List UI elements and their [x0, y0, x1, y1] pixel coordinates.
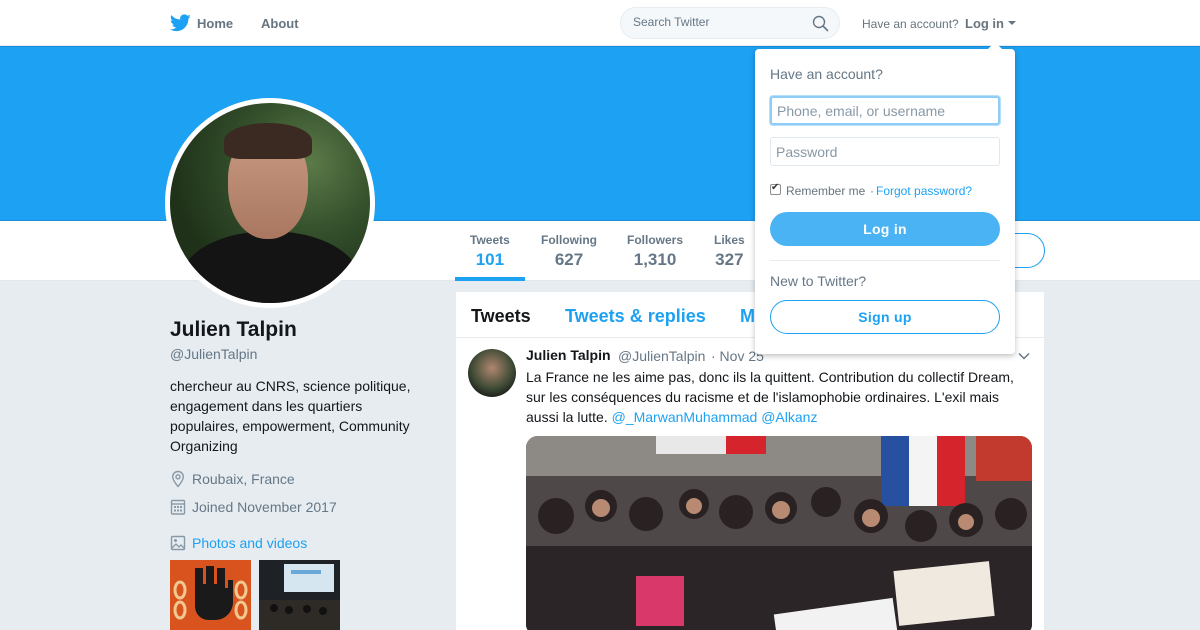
- tweet-author-handle[interactable]: @JulienTalpin: [618, 348, 705, 364]
- nav-about-link[interactable]: About: [261, 16, 299, 31]
- search-input[interactable]: [633, 15, 803, 29]
- tweet-author-name[interactable]: Julien Talpin: [526, 347, 611, 363]
- stat-followers[interactable]: Followers 1,310: [627, 233, 683, 270]
- stat-label: Followers: [627, 233, 684, 247]
- twitter-bird-icon[interactable]: [170, 14, 191, 32]
- login-dropdown: Have an account? Remember me · Forgot pa…: [755, 42, 1015, 354]
- remember-me-label[interactable]: Remember me: [786, 184, 865, 198]
- tab-tweets-replies[interactable]: Tweets & replies: [565, 306, 706, 327]
- calendar-icon: [170, 499, 186, 515]
- profile-name[interactable]: Julien Talpin: [170, 318, 297, 342]
- stat-value: 101: [475, 250, 505, 269]
- tab-media[interactable]: M: [740, 306, 755, 327]
- protest-photo: [526, 436, 1032, 630]
- photos-videos-label: Photos and videos: [192, 535, 308, 551]
- image-icon: [170, 535, 186, 551]
- dropdown-title: Have an account?: [770, 66, 883, 82]
- have-account-text: Have an account?: [862, 17, 959, 31]
- username-field[interactable]: [770, 96, 1000, 125]
- location-text: Roubaix, France: [192, 471, 295, 487]
- joined-text: Joined November 2017: [192, 499, 337, 515]
- stat-label: Likes: [714, 233, 745, 247]
- media-thumbnail[interactable]: [170, 560, 251, 630]
- tab-tweets[interactable]: Tweets: [471, 306, 531, 327]
- divider: [770, 260, 1000, 261]
- media-thumbnail[interactable]: [259, 560, 340, 630]
- location-pin-icon: [171, 470, 185, 488]
- tweet-text: La France ne les aime pas, donc ils la q…: [526, 367, 1032, 427]
- search-icon[interactable]: [812, 15, 829, 32]
- nav-home-link[interactable]: Home: [197, 16, 233, 31]
- avatar-photo: [170, 103, 370, 303]
- login-menu-toggle[interactable]: Log in: [965, 16, 1004, 31]
- stat-following[interactable]: Following 627: [541, 233, 597, 270]
- dropdown-arrow: [987, 42, 1003, 50]
- signup-button[interactable]: Sign up: [770, 300, 1000, 334]
- stat-value: 327: [715, 250, 744, 269]
- conference-photo: [259, 560, 340, 630]
- stat-label: Tweets: [470, 233, 510, 247]
- tweet-author-avatar[interactable]: [468, 349, 516, 397]
- stat-value: 627: [554, 250, 584, 269]
- login-button[interactable]: Log in: [770, 212, 1000, 246]
- stat-label: Following: [541, 233, 597, 247]
- stat-tweets[interactable]: Tweets 101: [455, 233, 525, 281]
- password-field[interactable]: [770, 137, 1000, 166]
- tweet[interactable]: Julien Talpin @JulienTalpin · Nov 25 La …: [456, 338, 1044, 630]
- top-nav: Home About Have an account? Log in: [0, 0, 1200, 46]
- tweet-photo[interactable]: [526, 436, 1032, 630]
- profile-avatar[interactable]: [165, 98, 375, 308]
- mention-link[interactable]: @_MarwanMuhammad: [612, 409, 758, 425]
- new-to-twitter-text: New to Twitter?: [770, 273, 867, 289]
- remember-me-checkbox[interactable]: [770, 182, 781, 195]
- chevron-down-icon[interactable]: [1018, 352, 1030, 360]
- caret-down-icon[interactable]: [1008, 21, 1016, 25]
- profile-handle[interactable]: @JulienTalpin: [170, 346, 257, 362]
- raised-fist-icon: [170, 560, 251, 630]
- search-box: [620, 7, 840, 39]
- stat-likes[interactable]: Likes 327: [714, 233, 745, 270]
- profile-bio: chercheur au CNRS, science politique, en…: [170, 378, 411, 454]
- separator-dot: ·: [870, 184, 874, 198]
- stat-value: 1,310: [633, 250, 677, 269]
- forgot-password-link[interactable]: Forgot password?: [876, 184, 972, 198]
- mention-link[interactable]: @Alkanz: [761, 409, 817, 425]
